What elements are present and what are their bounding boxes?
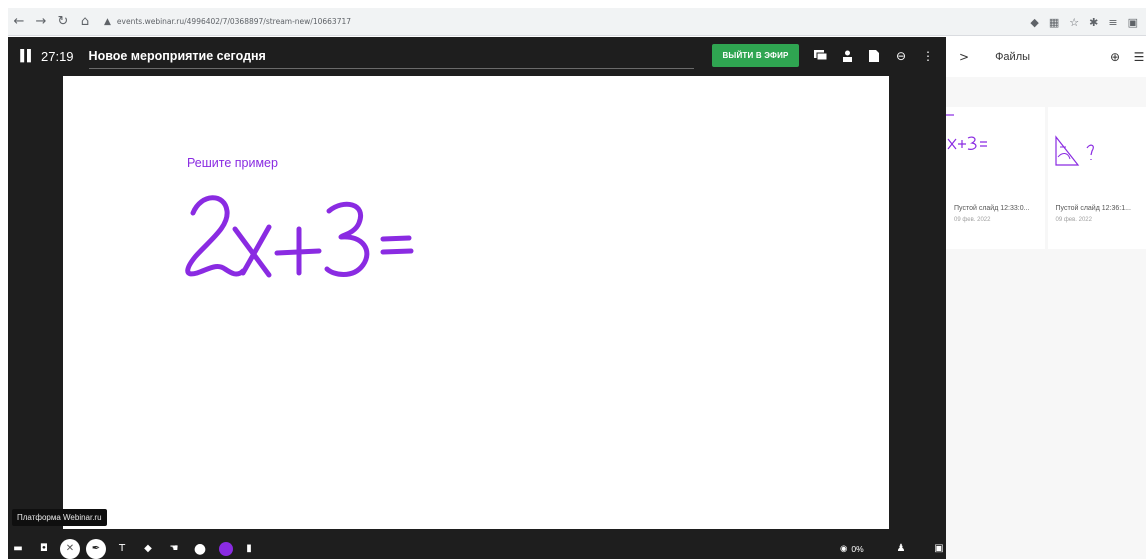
profile-icon[interactable]: ▣ [1128, 16, 1138, 29]
app-header: ▌▌ 27:19 Новое мероприятие сегодня ВЫЙТИ… [8, 37, 946, 75]
eraser-icon[interactable]: ◆ [138, 539, 158, 559]
files-panel-actions: ⊕ ☰ [1108, 37, 1146, 77]
back-icon[interactable]: ← [8, 11, 30, 33]
extensions-area: ◆ ▦ ☆ ✱ ≡ ▣ [1030, 8, 1138, 36]
event-title-field[interactable]: Новое мероприятие сегодня [88, 43, 694, 69]
file-date: 09 фев. 2022 [954, 217, 991, 223]
close-tool-icon[interactable]: ✕ [60, 538, 80, 559]
whiteboard-slide[interactable]: Решите пример [63, 76, 889, 529]
star-icon[interactable]: ☆ [1069, 16, 1079, 29]
collapse-chevron-icon[interactable]: > [959, 50, 969, 64]
file-date: 09 фев. 2022 [1055, 217, 1092, 223]
url-text: events.webinar.ru/4996402/7/0368897/stre… [116, 17, 352, 26]
file-thumbnail [1047, 107, 1146, 192]
home-icon[interactable]: ⌂ [74, 11, 96, 33]
app-window: ← → ↻ ⌂ ▲ events.webinar.ru/4996402/7/03… [0, 0, 1146, 559]
file-card[interactable]: Пустой слайд 12:33:0... 09 фев. 2022 [946, 107, 1045, 249]
handwritten-expression [185, 195, 414, 278]
file-icon[interactable] [867, 49, 881, 63]
files-panel-header: > Файлы ⊕ ☰ [946, 37, 1146, 77]
slide-thumbnail-drawing [1054, 135, 1094, 166]
file-title: Пустой слайд 12:36:1... [1055, 205, 1131, 212]
files-panel-title: Файлы [995, 51, 1031, 63]
file-title: Пустой слайд 12:33:0... [954, 205, 1030, 212]
translate-icon[interactable]: ▦ [1049, 16, 1059, 29]
forward-icon[interactable]: → [30, 11, 52, 33]
upload-file-icon[interactable]: ▮ [239, 539, 259, 559]
add-circle-icon[interactable]: ⊕ [1108, 50, 1122, 64]
zoom-control[interactable]: ◉ 0% [840, 538, 864, 559]
pause-icon[interactable]: ▌▌ [20, 49, 35, 63]
header-actions: ⊖ ⋮ [813, 37, 935, 75]
hand-icon[interactable]: ♟ [891, 539, 911, 559]
zoom-value: 0% [851, 543, 864, 554]
key-icon[interactable]: ◆ [1030, 16, 1038, 29]
eye-icon: ◉ [840, 543, 848, 553]
more-vert-icon[interactable]: ⋮ [921, 49, 935, 63]
screen-icon[interactable]: ◘ [34, 539, 54, 559]
broadcast-timer: 27:19 [41, 48, 74, 64]
chat-icon[interactable] [813, 49, 827, 63]
files-list: Пустой слайд 12:33:0... 09 фев. 2022 Пус… [946, 107, 1146, 249]
text-tool[interactable]: T [112, 539, 132, 559]
pen-tool-icon[interactable]: ✒ [86, 538, 106, 559]
person-icon[interactable] [840, 49, 854, 63]
reload-icon[interactable]: ↻ [52, 11, 74, 33]
browser-toolbar: ← → ↻ ⌂ ▲ events.webinar.ru/4996402/7/03… [8, 8, 1146, 36]
link-icon[interactable]: ⊖ [894, 49, 908, 63]
list-view-icon[interactable]: ☰ [1132, 50, 1146, 64]
slide-thumbnail-drawing [946, 114, 987, 150]
lock-icon: ▲ [104, 16, 111, 27]
platform-tooltip: Платформа Webinar.ru [12, 509, 107, 526]
brush-size-icon[interactable]: ● [190, 539, 210, 559]
file-thumbnail [946, 107, 1045, 192]
drawing-toolbar: ▬ ◘ ✕ ✒ T ◆ ☚ ● ▮ ◉ 0% ♟ ▣ [8, 538, 946, 559]
slide-caption: Решите пример [187, 156, 278, 170]
address-bar[interactable]: ▲ events.webinar.ru/4996402/7/0368897/st… [104, 12, 351, 32]
files-panel: > Файлы ⊕ ☰ Пустой слайд 12:33:0... 09 ф… [946, 37, 1146, 559]
file-card[interactable]: Пустой слайд 12:36:1... 09 фев. 2022 [1047, 107, 1146, 249]
pointer-icon[interactable]: ☚ [164, 539, 184, 559]
list-icon[interactable]: ≡ [1108, 16, 1117, 29]
color-picker[interactable] [219, 541, 233, 556]
puzzle-icon[interactable]: ✱ [1089, 16, 1098, 29]
chat-toggle-icon[interactable]: ▬ [8, 539, 28, 559]
event-title: Новое мероприятие сегодня [88, 48, 266, 63]
go-live-button[interactable]: ВЫЙТИ В ЭФИР [712, 44, 799, 67]
